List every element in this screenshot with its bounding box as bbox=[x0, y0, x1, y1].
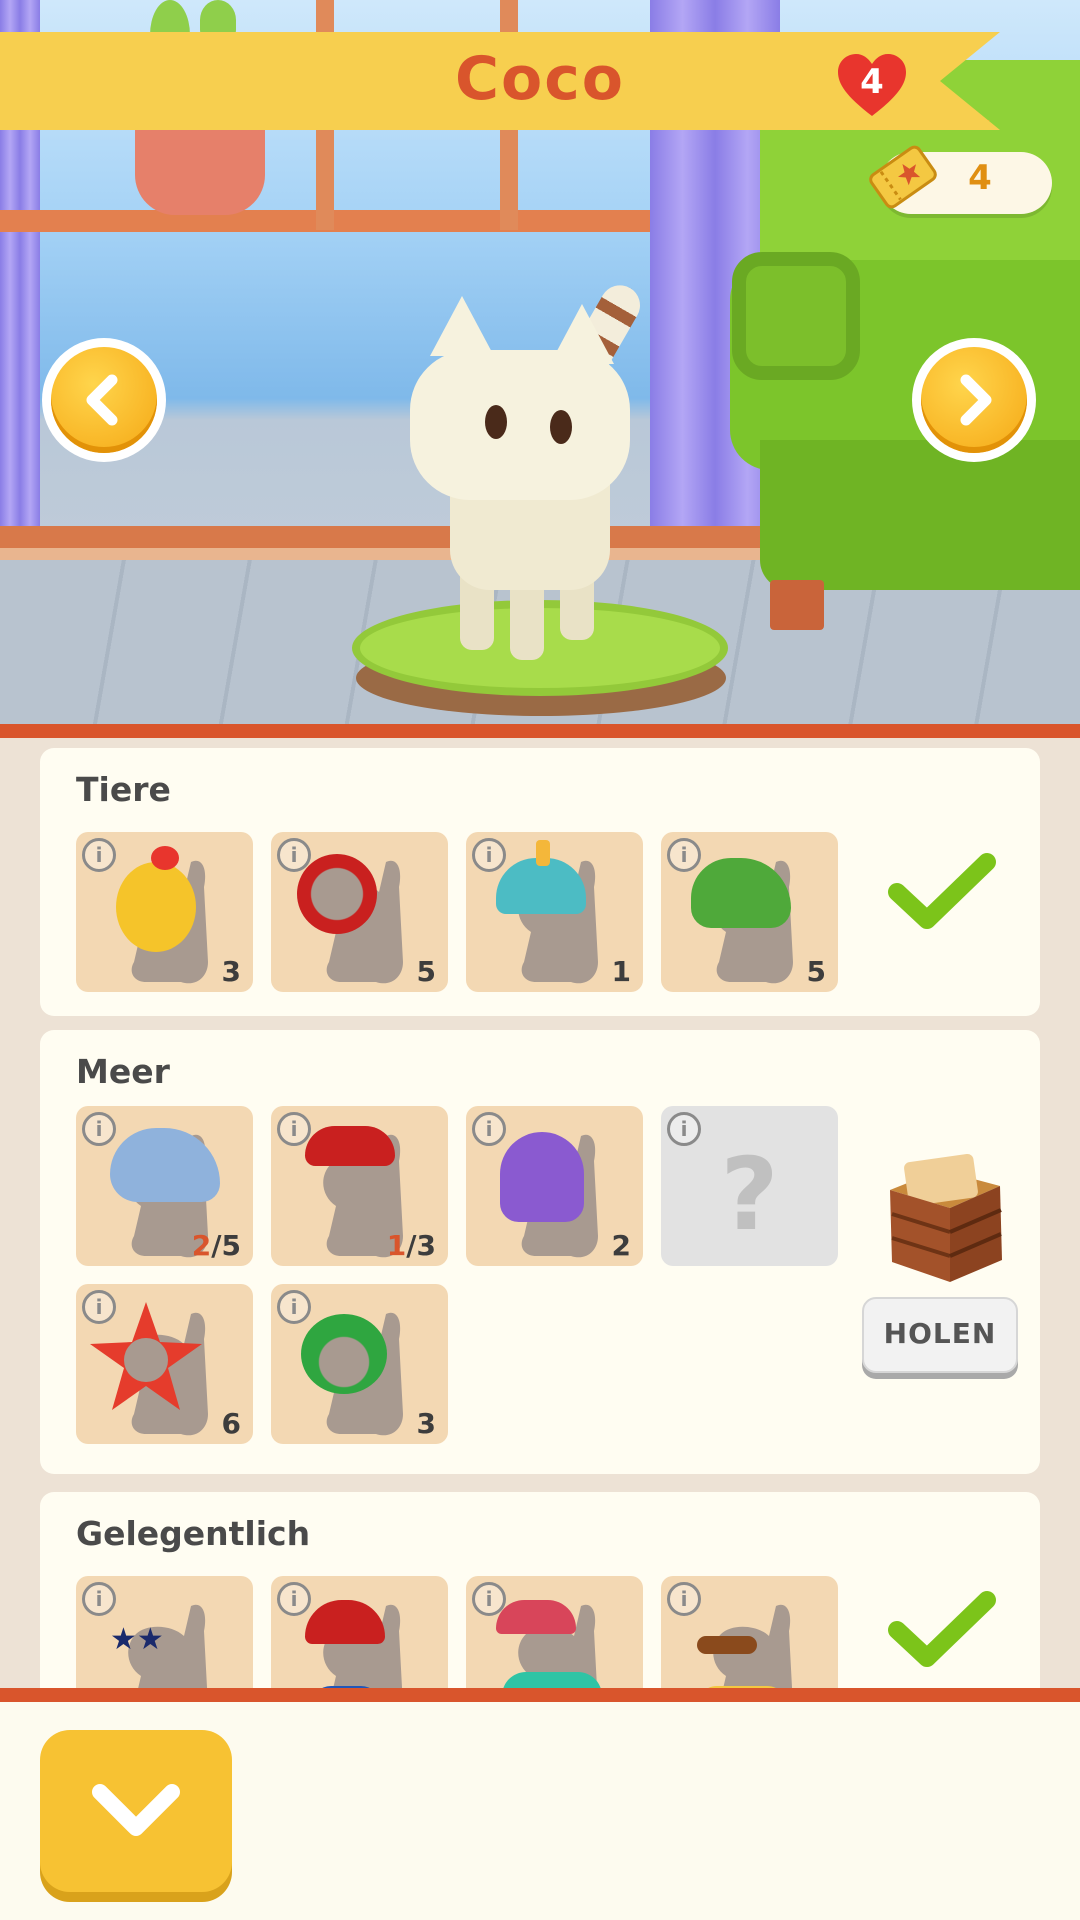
costume-slot-star-glasses[interactable]: i ★★ bbox=[76, 1576, 253, 1688]
costume-slot-frog[interactable]: i 3 bbox=[271, 1284, 448, 1444]
cat-eye bbox=[550, 410, 572, 444]
ticket-icon bbox=[869, 145, 937, 209]
costume-count: 5 bbox=[806, 955, 826, 988]
pet-cat-model[interactable] bbox=[410, 278, 660, 660]
hoodie-icon bbox=[502, 1672, 602, 1688]
chevron-left-icon bbox=[86, 374, 118, 426]
collapse-panel-button[interactable] bbox=[40, 1730, 232, 1892]
divider bbox=[0, 1688, 1080, 1702]
category-title: Meer bbox=[76, 1052, 170, 1091]
info-icon[interactable]: i bbox=[82, 1112, 116, 1146]
info-icon[interactable]: i bbox=[472, 1112, 506, 1146]
previous-pet-button[interactable] bbox=[42, 338, 166, 462]
star-glasses-icon: ★★ bbox=[110, 1622, 164, 1657]
costume-count: 2 bbox=[611, 1229, 631, 1262]
costume-slot-unicorn[interactable]: i 1 bbox=[466, 832, 643, 992]
next-pet-button[interactable] bbox=[912, 338, 1036, 462]
costume-slot-cap-hoodie[interactable]: i bbox=[466, 1576, 643, 1688]
octopus-hood-icon bbox=[500, 1132, 584, 1222]
chevron-right-icon bbox=[960, 374, 992, 426]
crab-hat-icon bbox=[305, 1126, 395, 1166]
info-icon[interactable]: i bbox=[82, 1582, 116, 1616]
cat-eye bbox=[485, 405, 507, 439]
info-icon[interactable]: i bbox=[667, 838, 701, 872]
complete-check-icon bbox=[888, 853, 996, 929]
costume-slot-octopus[interactable]: i 2 bbox=[466, 1106, 643, 1266]
costume-slot-lion[interactable]: i 5 bbox=[271, 832, 448, 992]
hearts-count: 4 bbox=[860, 62, 884, 102]
costume-count: 5 bbox=[416, 955, 436, 988]
info-icon[interactable]: i bbox=[82, 838, 116, 872]
costume-progress: 2/5 bbox=[192, 1229, 241, 1262]
info-icon[interactable]: i bbox=[472, 838, 506, 872]
info-icon[interactable]: i bbox=[277, 1582, 311, 1616]
progress-need: /5 bbox=[211, 1229, 241, 1262]
unicorn-horn bbox=[536, 840, 550, 866]
category-card-gelegentlich: Gelegentlich i ★★ i i i bbox=[40, 1492, 1040, 1688]
progress-have: 1 bbox=[386, 1229, 407, 1262]
chicken-costume-icon bbox=[116, 862, 196, 952]
costume-slot-shark[interactable]: i 2/5 bbox=[76, 1106, 253, 1266]
costume-slot-mustache[interactable]: i bbox=[661, 1576, 838, 1688]
unknown-costume-question-mark: ? bbox=[720, 1136, 779, 1253]
costume-count: 1 bbox=[611, 955, 631, 988]
cap-icon bbox=[496, 1600, 576, 1634]
progress-need: /3 bbox=[406, 1229, 436, 1262]
mustache-icon bbox=[697, 1636, 757, 1654]
costume-count: 3 bbox=[221, 955, 241, 988]
costume-progress: 1/3 bbox=[387, 1229, 436, 1262]
costume-count: 3 bbox=[416, 1407, 436, 1440]
info-icon[interactable]: i bbox=[667, 1582, 701, 1616]
costume-slot-crab[interactable]: i 1/3 bbox=[271, 1106, 448, 1266]
info-icon[interactable]: i bbox=[277, 1112, 311, 1146]
starfish-costume-icon bbox=[90, 1302, 202, 1410]
category-title: Tiere bbox=[76, 770, 171, 809]
category-title: Gelegentlich bbox=[76, 1514, 311, 1553]
holen-button[interactable]: HOLEN bbox=[862, 1297, 1018, 1373]
crate-icon bbox=[890, 1153, 1002, 1282]
chevron-down-icon bbox=[92, 1784, 180, 1836]
pet-name: Coco bbox=[454, 44, 626, 114]
costume-slot-beanie-shirt[interactable]: i bbox=[271, 1576, 448, 1688]
chicken-comb bbox=[151, 846, 179, 870]
sofa-seat bbox=[760, 440, 1080, 590]
costume-slot-chicken[interactable]: i 3 bbox=[76, 832, 253, 992]
progress-have: 2 bbox=[191, 1229, 212, 1262]
lion-mane-icon bbox=[297, 854, 377, 934]
sofa-leg bbox=[770, 580, 824, 630]
plant-pot bbox=[135, 120, 265, 215]
complete-check-icon bbox=[888, 1591, 996, 1667]
costume-slot-starfish[interactable]: i 6 bbox=[76, 1284, 253, 1444]
ticket-count: 4 bbox=[968, 158, 992, 198]
costume-slot-dinosaur[interactable]: i 5 bbox=[661, 832, 838, 992]
info-icon[interactable]: i bbox=[277, 1290, 311, 1324]
divider bbox=[0, 724, 1080, 738]
costume-count: 6 bbox=[221, 1407, 241, 1440]
costume-slot-unknown[interactable]: i ? bbox=[661, 1106, 838, 1266]
sofa-pillow bbox=[732, 252, 860, 380]
frog-hood-icon bbox=[301, 1314, 387, 1394]
cat-ear bbox=[430, 296, 494, 356]
category-card-tiere: Tiere i 3 i 5 i 1 i 5 bbox=[40, 748, 1040, 1016]
cat-head bbox=[410, 350, 630, 500]
